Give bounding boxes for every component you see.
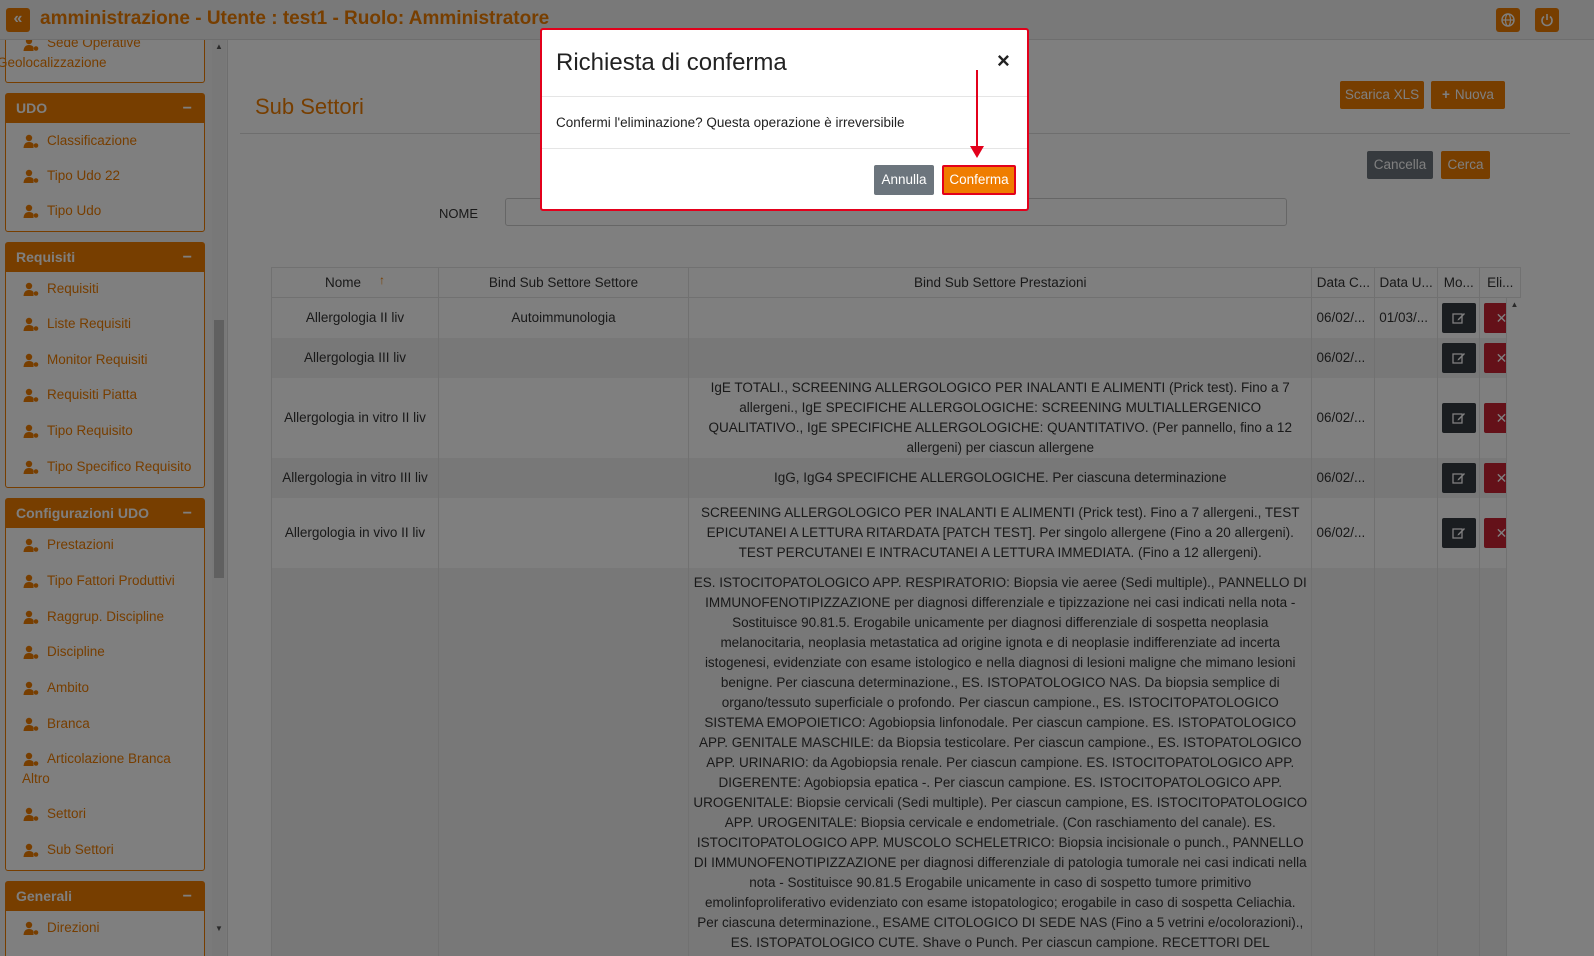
annotation-arrow-head-icon — [970, 146, 984, 158]
dialog-title: Richiesta di conferma — [556, 49, 787, 76]
close-icon[interactable]: × — [997, 48, 1010, 74]
annotation-arrow-line — [976, 70, 978, 148]
dialog-divider — [542, 96, 1027, 97]
cancel-button[interactable]: Annulla — [874, 165, 934, 195]
dialog-divider — [542, 148, 1027, 149]
confirm-dialog: Richiesta di conferma × Confermi l'elimi… — [540, 28, 1029, 211]
dialog-message: Confermi l'eliminazione? Questa operazio… — [556, 115, 905, 130]
confirm-button[interactable]: Conferma — [942, 165, 1016, 195]
